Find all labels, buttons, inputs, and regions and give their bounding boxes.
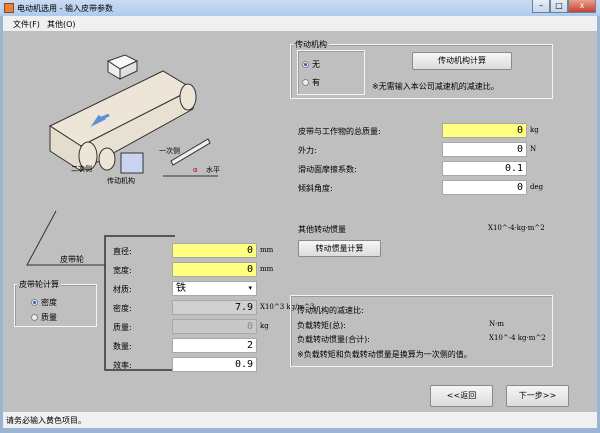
close-button[interactable]: x	[568, 0, 596, 13]
pulley-field-label: 材质:	[113, 285, 132, 294]
motor	[120, 152, 144, 174]
pulley-field-label: 直径:	[113, 247, 132, 256]
material-select[interactable]: 铁 ▾	[172, 281, 257, 296]
param-input[interactable]: 0	[442, 180, 527, 195]
param-input[interactable]: 0.1	[442, 161, 527, 176]
menu-other[interactable]: 其他(O)	[47, 19, 76, 30]
transmission-radio-box: 无 有	[297, 50, 365, 95]
other-inertia-label: 其他转动惯量	[298, 225, 346, 234]
results-note: ※负载转矩和负载转动惯量是换算为一次侧的值。	[297, 350, 472, 359]
param-unit: N	[530, 145, 537, 153]
load-inertia-label: 负载转动惯量(合计):	[297, 335, 370, 344]
param-input[interactable]: 0	[442, 123, 527, 138]
transmission-calc-button[interactable]: 传动机构计算	[412, 52, 512, 70]
pulley-field-unit: kg	[260, 322, 269, 330]
transmission-group: 传动机构 无 有 传动机构计算 ※无需输入本公司减速机的减速比。	[290, 39, 553, 99]
pulley-field-input: 7.9	[172, 300, 257, 315]
back-button[interactable]: <<返回	[430, 385, 493, 407]
inertia-calc-button[interactable]: 转动惯量计算	[298, 240, 381, 257]
radio-none[interactable]: 无	[302, 59, 320, 70]
main-panel: 一次侧 二次侧 传动机构 α 水平 皮带轮 皮带轮计算 密度 质量 直径: 0 …	[3, 31, 597, 412]
menu-file[interactable]: 文件(F)	[13, 19, 40, 30]
horizontal-label: 水平	[206, 165, 220, 174]
param-unit: deg	[530, 183, 544, 191]
radio-density[interactable]: 密度	[31, 297, 57, 308]
window-title: 电动机选用 - 输入皮带参数	[17, 4, 113, 13]
pulley-field-input[interactable]: 2	[172, 338, 257, 353]
secondary-side-label: 二次侧	[71, 164, 92, 173]
reduction-ratio-label: 传动机构的减速比:	[297, 306, 364, 315]
load-torque-unit: N·m	[489, 320, 504, 328]
app-icon	[4, 3, 14, 13]
pulley-field-input: 0	[172, 319, 257, 334]
minimize-button[interactable]: –	[532, 0, 550, 13]
menu-bar: 文件(F) 其他(O)	[3, 16, 597, 31]
transmission-note: ※无需输入本公司减速机的减速比。	[372, 82, 499, 91]
param-input[interactable]: 0	[442, 142, 527, 157]
status-bar: 请务必输入黄色项目。	[3, 412, 597, 428]
radio-yes[interactable]: 有	[302, 77, 320, 88]
angle-label: α	[193, 166, 198, 174]
chevron-down-icon: ▾	[248, 284, 252, 292]
maximize-button[interactable]: □	[550, 0, 568, 13]
pulley-field-label: 密度:	[113, 304, 132, 313]
pulley-field-input[interactable]: 0.9	[172, 357, 257, 372]
pulley-field-input[interactable]: 0	[172, 243, 257, 258]
param-label: 倾斜角度:	[298, 184, 333, 193]
pulley-calc-group-label: 皮带轮计算	[17, 279, 61, 290]
results-group: 传动机构的减速比: 负载转矩(总): N·m 负载转动惯量(合计): X10^-…	[290, 295, 553, 367]
other-inertia-unit: X10^-4·kg·m^2	[488, 224, 545, 232]
primary-side-label: 一次侧	[159, 146, 180, 155]
mechanism-label: 传动机构	[107, 176, 135, 185]
pulley-field-unit: mm	[260, 265, 274, 273]
next-button[interactable]: 下一步>>	[506, 385, 569, 407]
param-label: 滑动面摩擦系数:	[298, 165, 357, 174]
param-label: 皮带与工作物的总质量:	[298, 127, 381, 136]
pulley-right	[179, 83, 197, 111]
pulley-field-input[interactable]: 0	[172, 262, 257, 277]
pulley-field-label: 质量:	[113, 323, 132, 332]
param-label: 外力:	[298, 146, 317, 155]
title-bar: 电动机选用 - 输入皮带参数 – □ x	[0, 0, 600, 16]
pulley-field-label: 宽度:	[113, 266, 132, 275]
load-torque-label: 负载转矩(总):	[297, 321, 346, 330]
pulley-field-unit: mm	[260, 246, 274, 254]
transmission-group-label: 传动机构	[293, 39, 329, 50]
param-unit: kg	[530, 126, 539, 134]
pulley-label: 皮带轮	[60, 255, 84, 264]
pulley-calc-group: 皮带轮计算 密度 质量	[14, 279, 97, 327]
pulley-field-label: 效率:	[113, 361, 132, 370]
load-inertia-unit: X10^-4 kg·m^2	[489, 334, 546, 342]
radio-mass[interactable]: 质量	[31, 312, 57, 323]
pulley-field-label: 数量:	[113, 342, 132, 351]
